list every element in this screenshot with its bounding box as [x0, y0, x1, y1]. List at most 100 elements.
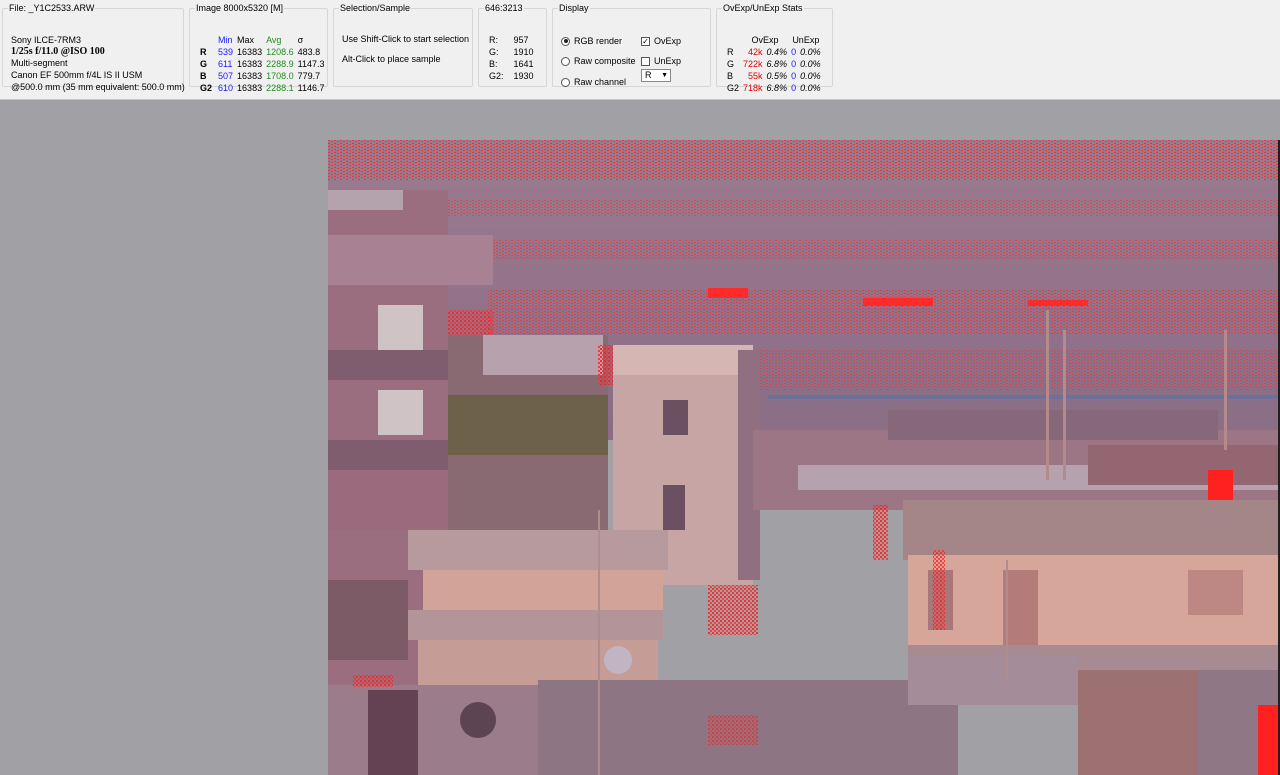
- display-title: Display: [559, 3, 589, 13]
- table-row: B 55k 0.5% 0 0.0%: [725, 70, 823, 82]
- rgb-render-radio[interactable]: RGB render: [561, 36, 622, 46]
- table-row: B 507 16383 1708.0 779.7: [198, 70, 326, 82]
- ovexp-percent: 6.8%: [766, 83, 788, 93]
- sigma-value: 1146.7: [297, 83, 325, 93]
- avg-value: 1208.6: [266, 47, 294, 57]
- channel-label: B: [200, 71, 207, 81]
- unexp-checkbox[interactable]: UnExp: [641, 56, 681, 66]
- channel-label: G2: [200, 83, 213, 93]
- sample-hint: Alt-Click to place sample: [342, 54, 441, 64]
- image-stats-header: Min Max Avg σ: [198, 34, 326, 46]
- table-row: R 539 16383 1208.6 483.8: [198, 46, 326, 58]
- ovexp-stats-group: OvExp/UnExp Stats OvExp UnExp R 42k 0.4%…: [716, 3, 833, 93]
- raw-channel-radio[interactable]: Raw channel: [561, 77, 626, 87]
- channel-label: R: [727, 47, 734, 57]
- min-value: 611: [218, 59, 233, 69]
- image-canvas[interactable]: [328, 140, 1278, 775]
- file-title: File: _Y1C2533.ARW: [9, 3, 95, 13]
- header-avg: Avg: [266, 35, 282, 45]
- unexp-percent: 0.0%: [800, 71, 821, 81]
- ovexp-percent: 0.5%: [766, 71, 788, 81]
- file-info-group: File: _Y1C2533.ARW Sony ILCE-7RM3 1/25s …: [2, 3, 185, 92]
- sample-value: 957: [513, 35, 529, 45]
- display-group: Display RGB render Raw composite Raw cha…: [552, 3, 711, 87]
- ovexp-stats-header: OvExp UnExp: [725, 34, 823, 46]
- unexp-count: 0: [791, 71, 797, 81]
- avg-value: 2288.9: [266, 59, 294, 69]
- rgb-render-label: RGB render: [574, 36, 623, 46]
- unexp-label: UnExp: [654, 56, 682, 66]
- max-value: 16383: [237, 83, 263, 93]
- header-min: Min: [218, 35, 233, 45]
- header-sigma: σ: [297, 35, 304, 45]
- table-row: G 611 16383 2288.9 1147.3: [198, 58, 326, 70]
- min-value: 507: [218, 71, 234, 81]
- min-value: 610: [218, 83, 234, 93]
- ovexp-label: OvExp: [654, 36, 682, 46]
- avg-value: 1708.0: [266, 71, 294, 81]
- table-row: R: 957: [487, 34, 536, 46]
- sample-group: 646:3213 R: 957 G: 1910 B: 1641 G2: 1930: [478, 3, 547, 87]
- sample-value: 1930: [513, 71, 534, 81]
- ovexp-checkbox[interactable]: ✓ OvExp: [641, 36, 681, 46]
- ovexp-count: 55k: [748, 71, 763, 81]
- channel-label: G:: [489, 47, 499, 57]
- image-title: Image 8000x5320 [M]: [196, 3, 284, 13]
- ovexp-count: 718k: [743, 83, 763, 93]
- sample-coordinates: 646:3213: [485, 3, 523, 13]
- channel-label: B:: [489, 59, 498, 69]
- focal-length: @500.0 mm (35 mm equivalent: 500.0 mm): [11, 82, 185, 92]
- radio-empty-icon[interactable]: [561, 77, 570, 87]
- channel-label: R:: [489, 35, 498, 45]
- header-max: Max: [237, 35, 255, 45]
- sample-value: 1910: [513, 47, 534, 57]
- raw-composite-label: Raw composite: [574, 56, 636, 66]
- max-value: 16383: [237, 59, 263, 69]
- metering-mode: Multi-segment: [11, 58, 68, 68]
- unexp-count: 0: [791, 59, 797, 69]
- camera-model: Sony ILCE-7RM3: [11, 35, 82, 45]
- ovexp-percent: 6.8%: [766, 59, 788, 69]
- selection-group: Selection/Sample Use Shift-Click to star…: [333, 3, 473, 87]
- channel-label: R: [200, 47, 207, 57]
- ovexp-count: 42k: [748, 47, 763, 57]
- raw-channel-label: Raw channel: [574, 77, 627, 87]
- unexp-percent: 0.0%: [800, 47, 821, 57]
- info-toolbar: File: _Y1C2533.ARW Sony ILCE-7RM3 1/25s …: [0, 0, 1280, 100]
- table-row: R 42k 0.4% 0 0.0%: [725, 46, 823, 58]
- sample-table: R: 957 G: 1910 B: 1641 G2: 1930: [487, 34, 536, 82]
- channel-label: G: [200, 59, 208, 69]
- sigma-value: 483.8: [297, 47, 321, 57]
- image-stats-group: Image 8000x5320 [M] Min Max Avg σ R 539 …: [189, 3, 328, 93]
- ovexp-count: 722k: [743, 59, 763, 69]
- table-row: G 722k 6.8% 0 0.0%: [725, 58, 823, 70]
- radio-empty-icon[interactable]: [561, 56, 570, 66]
- min-value: 539: [218, 47, 234, 57]
- ovexp-percent: 0.4%: [766, 47, 788, 57]
- header-ovexp: OvExp: [751, 35, 779, 45]
- table-row: B: 1641: [487, 58, 536, 70]
- header-unexp: UnExp: [792, 35, 820, 45]
- raw-channel-select-value: R: [645, 70, 652, 80]
- image-stats-table: Min Max Avg σ R 539 16383 1208.6 483.8 G…: [198, 34, 326, 94]
- avg-value: 2288.1: [266, 83, 294, 93]
- sigma-value: 1147.3: [297, 59, 325, 69]
- ovexp-stats-table: OvExp UnExp R 42k 0.4% 0 0.0% G 722k 6.8…: [725, 34, 823, 94]
- raw-composite-radio[interactable]: Raw composite: [561, 56, 636, 66]
- unexp-percent: 0.0%: [800, 59, 821, 69]
- checkbox-empty-icon[interactable]: [641, 56, 650, 66]
- raw-channel-select[interactable]: R ▼: [641, 69, 671, 82]
- unexp-count: 0: [791, 83, 797, 93]
- lens-model: Canon EF 500mm f/4L IS II USM: [11, 70, 143, 80]
- selection-hint: Use Shift-Click to start selection: [342, 34, 470, 44]
- raw-image-preview[interactable]: [328, 140, 1278, 775]
- chevron-down-icon[interactable]: ▼: [661, 70, 668, 81]
- sigma-value: 779.7: [297, 71, 321, 81]
- channel-label: B: [727, 71, 734, 81]
- radio-selected-icon[interactable]: [561, 36, 570, 46]
- table-row: G2 610 16383 2288.1 1146.7: [198, 82, 326, 94]
- channel-label: G2: [727, 83, 740, 93]
- sample-value: 1641: [513, 59, 534, 69]
- table-row: G2 718k 6.8% 0 0.0%: [725, 82, 823, 94]
- checkmark-icon[interactable]: ✓: [641, 36, 650, 46]
